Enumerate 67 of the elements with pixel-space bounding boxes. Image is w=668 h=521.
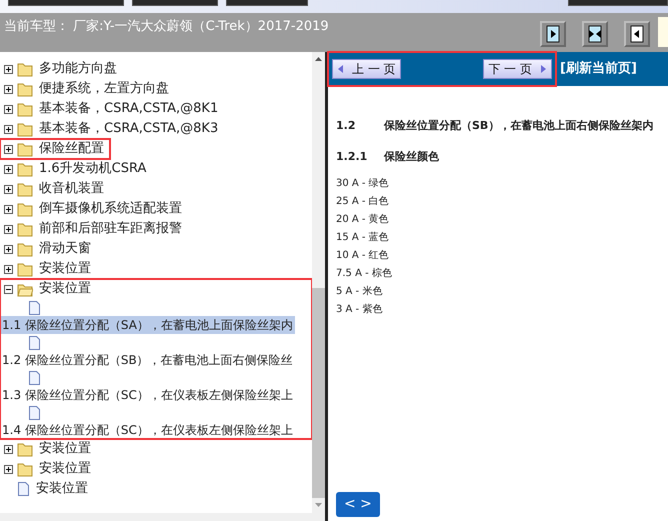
right-arrow-icon	[540, 64, 547, 74]
folder-icon	[17, 181, 33, 197]
folder-icon	[17, 261, 33, 277]
fuse-color-item: 3 A - 紫色	[336, 303, 384, 317]
left-arrow-icon	[337, 64, 344, 74]
toolbar-button[interactable]	[8, 0, 124, 6]
section-number: 1.2.1	[336, 148, 368, 164]
pager-button[interactable]: < >	[336, 492, 380, 517]
section-number: 1.2	[336, 118, 356, 134]
tree-item-label[interactable]: 1.4 保险丝位置分配（SC），在仪表板左侧保险丝架上	[0, 421, 295, 440]
tree-item-label[interactable]: 基本装备，CSRA,CSTA,@8K3	[37, 120, 220, 138]
folder-icon	[17, 461, 33, 477]
tree-item-label[interactable]: 1.3 保险丝位置分配（SC），在仪表板左侧保险丝架上	[0, 386, 295, 404]
section-title: 保险丝位置分配（SB），在蓄电池上面右侧保险丝架内	[384, 118, 654, 134]
folder-icon	[17, 221, 33, 237]
scroll-thumb[interactable]	[312, 288, 325, 498]
fuse-color-item: 25 A - 白色	[336, 195, 390, 209]
fuse-color-item: 15 A - 蓝色	[336, 231, 390, 245]
folder-icon	[17, 81, 33, 97]
panel-toggle-button[interactable]	[582, 21, 608, 47]
panel-background	[658, 17, 668, 47]
fuse-color-item: 5 A - 米色	[336, 285, 384, 299]
horizontal-scrollbar[interactable]	[0, 513, 325, 521]
tree-item-label[interactable]: 保险丝配置	[37, 140, 106, 158]
folder-icon	[17, 61, 33, 77]
toolbar-button[interactable]	[132, 0, 218, 6]
tree-item-label[interactable]: 基本装备，CSRA,CSTA,@8K1	[37, 100, 220, 118]
tree-item-label[interactable]: 收音机装置	[37, 180, 106, 198]
tree-item-label[interactable]: 便捷系统，左置方向盘	[37, 80, 171, 98]
page-icon	[28, 404, 41, 421]
tree-item-label[interactable]: 安装位置	[37, 260, 93, 278]
page-icon	[17, 481, 30, 497]
toolbar-button[interactable]	[226, 0, 308, 6]
page-icon	[28, 300, 41, 316]
section-title: 保险丝颜色	[384, 148, 439, 164]
tree-item-label[interactable]: 安装位置	[34, 480, 90, 498]
tree-item-label[interactable]: 1.1 保险丝位置分配（SA），在蓄电池上面保险丝架内	[0, 316, 295, 334]
fuse-color-item: 10 A - 红色	[336, 249, 390, 263]
tree-item-label[interactable]: 安装位置	[37, 440, 93, 458]
tree-item-label[interactable]: 1.2 保险丝位置分配（SB），在蓄电池上面右侧保险丝	[0, 351, 295, 370]
page-icon	[28, 370, 41, 386]
folder-icon	[17, 121, 33, 137]
tree-item-label[interactable]: 多功能方向盘	[37, 60, 119, 78]
panel-toggle-button[interactable]	[540, 21, 566, 47]
previous-page-button[interactable]: 上 一 页	[332, 59, 401, 79]
folder-icon	[17, 101, 33, 117]
next-page-button[interactable]: 下 一 页	[483, 59, 552, 79]
fuse-color-item: 7.5 A - 棕色	[336, 267, 393, 281]
tree-item-label[interactable]: 滑动天窗	[37, 240, 93, 258]
tree-item-label[interactable]: 安装位置	[37, 460, 93, 478]
panel-toggle-button[interactable]	[624, 21, 650, 47]
fuse-color-item: 30 A - 绿色	[336, 177, 390, 191]
tree-item-label[interactable]: 安装位置	[37, 280, 93, 298]
vehicle-model-title: 当前车型： 厂家:Y-一汽大众蔚领（C-Trek）2017-2019	[3, 18, 329, 36]
folder-icon	[17, 141, 33, 157]
folder-icon	[17, 441, 33, 457]
page-icon	[28, 334, 41, 351]
fuse-color-item: 20 A - 黄色	[336, 213, 390, 227]
tree-item-label[interactable]: 倒车摄像机系统适配装置	[37, 200, 184, 218]
folder-icon	[17, 201, 33, 217]
folder-icon	[17, 161, 33, 177]
vertical-scrollbar[interactable]	[312, 52, 325, 513]
toolbar-button[interactable]	[568, 0, 668, 6]
refresh-page-link[interactable]: [刷新当前页]	[560, 59, 637, 79]
folder-icon	[17, 241, 33, 257]
tree-item-label[interactable]: 前部和后部驻车距离报警	[37, 220, 184, 238]
tree-item-label[interactable]: 1.6升发动机CSRA	[37, 160, 148, 178]
